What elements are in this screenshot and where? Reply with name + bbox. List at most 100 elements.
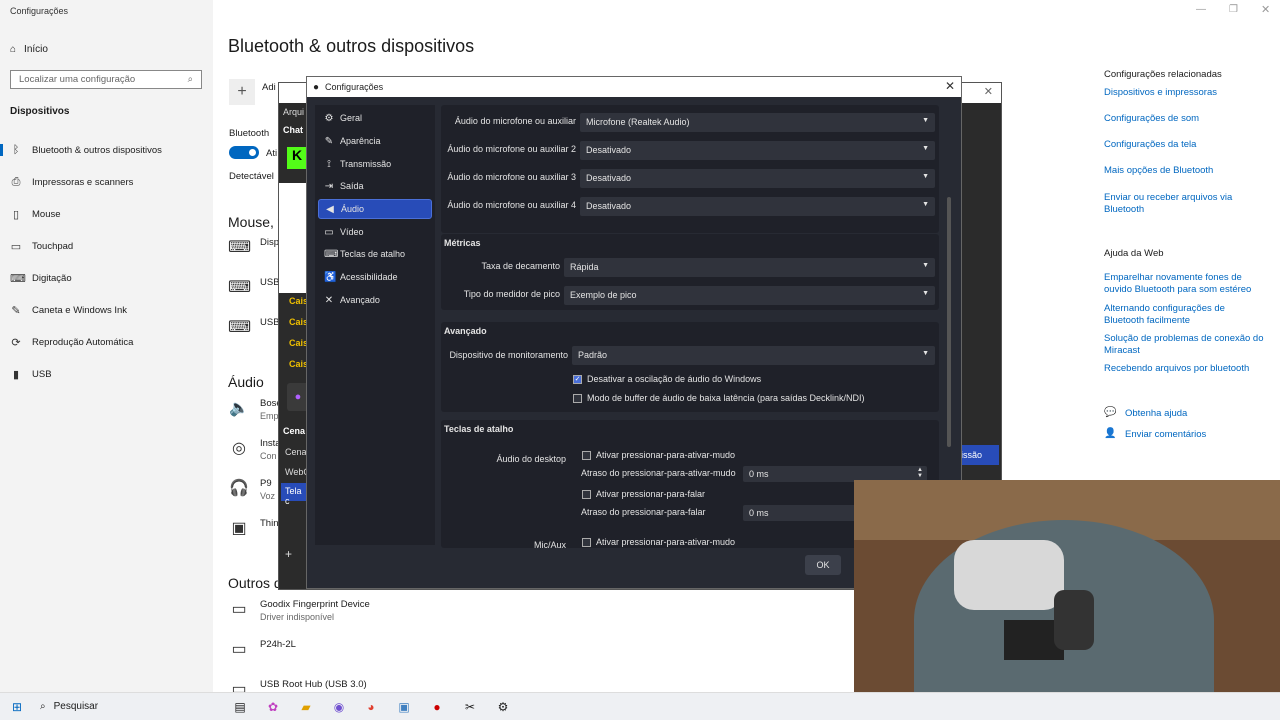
device-row[interactable]: ⌨ USB	[228, 277, 280, 297]
mic1-select[interactable]: Microfone (Realtek Audio) ▼	[580, 113, 935, 132]
related-link[interactable]: Configurações de som	[1104, 113, 1264, 125]
sidebar-item-autoplay[interactable]: ⟳ Reprodução Automática	[0, 331, 213, 353]
monitor-icon: ▭	[324, 226, 334, 238]
dialog-close-icon[interactable]: ✕	[945, 79, 955, 93]
audio-section-title: Áudio	[228, 374, 264, 390]
ptm-delay-label: Atraso do pressionar-para-ativar-mudo	[581, 468, 736, 478]
sidebar-item-label: Digitação	[32, 272, 72, 284]
micaux-ptm-checkbox[interactable]: Ativar pressionar-para-ativar-mudo	[582, 537, 735, 547]
messenger-icon[interactable]: ◉	[328, 697, 350, 717]
desktop-ptt-checkbox[interactable]: Ativar pressionar-para-falar	[582, 489, 705, 499]
sidebar-item-label: Caneta e Windows Ink	[32, 304, 128, 316]
scene-item-selected[interactable]: Tela c	[281, 483, 307, 506]
device-row[interactable]: 🎧 P9 Voz	[228, 478, 275, 503]
device-row[interactable]: ⌨ USB	[228, 317, 280, 337]
desktop-ptm-checkbox[interactable]: Ativar pressionar-para-ativar-mudo	[582, 450, 735, 460]
monitor-select[interactable]: Padrão ▼	[572, 346, 935, 365]
file-explorer-icon[interactable]: ▰	[295, 697, 317, 717]
settings-gear-icon[interactable]: ⚙	[492, 697, 514, 717]
nav-advanced[interactable]: ✕ Avançado	[318, 290, 432, 310]
chevron-down-icon: ▼	[922, 201, 929, 208]
low-latency-checkbox[interactable]: Modo de buffer de áudio de baixa latênci…	[573, 393, 865, 403]
sidebar-item-typing[interactable]: ⌨ Digitação	[0, 267, 213, 289]
restore-icon[interactable]: ❐	[1229, 4, 1238, 15]
add-scene-icon[interactable]: +	[285, 547, 292, 561]
web-help-link[interactable]: Recebendo arquivos por bluetooth	[1104, 363, 1274, 375]
webcam-overlay	[854, 480, 1280, 720]
settings-search-input[interactable]: Localizar uma configuração ⌕	[10, 70, 202, 89]
mic3-select[interactable]: Desativado ▼	[580, 169, 935, 188]
related-settings-title: Configurações relacionadas	[1104, 69, 1222, 80]
nav-stream[interactable]: ⟟ Transmissão	[318, 154, 432, 174]
ok-button[interactable]: OK	[805, 555, 841, 575]
device-row[interactable]: ▭ P24h-2L	[228, 639, 295, 659]
sidebar-item-pen[interactable]: ✎ Caneta e Windows Ink	[0, 299, 213, 321]
sidebar-item-mouse[interactable]: ▯ Mouse	[0, 203, 213, 225]
capcut-icon[interactable]: ✂	[459, 697, 481, 717]
nav-hotkeys[interactable]: ⌨ Teclas de atalho	[318, 244, 432, 264]
ptt-delay-label: Atraso do pressionar-para-falar	[581, 507, 706, 517]
nav-general[interactable]: ⚙ Geral	[318, 108, 432, 128]
related-link[interactable]: Mais opções de Bluetooth	[1104, 165, 1264, 177]
device-row[interactable]: ▣ Thin	[228, 518, 278, 538]
mic4-select[interactable]: Desativado ▼	[580, 197, 935, 216]
mic2-label: Áudio do microfone ou auxiliar 2	[447, 144, 576, 154]
windows-start-icon[interactable]: ⊞	[6, 697, 28, 717]
web-help-link[interactable]: Emparelhar novamente fones de ouvido Blu…	[1104, 272, 1264, 296]
chrome-icon[interactable]: ◕	[360, 697, 382, 717]
chevron-down-icon: ▼	[922, 262, 929, 269]
add-device-label[interactable]: Adi	[262, 82, 276, 93]
start-streaming-button[interactable]: issão	[957, 445, 999, 465]
add-device-icon[interactable]: +	[229, 79, 255, 105]
scene-item[interactable]: Cena	[285, 447, 307, 457]
obs-close-icon[interactable]: ✕	[984, 85, 993, 98]
home-label: Início	[24, 43, 48, 55]
get-help-link[interactable]: Obtenha ajuda	[1125, 408, 1187, 420]
nav-accessibility[interactable]: ♿ Acessibilidade	[318, 267, 432, 287]
feedback-link[interactable]: Enviar comentários	[1125, 429, 1206, 441]
nav-output[interactable]: ⇥ Saída	[318, 176, 432, 196]
sidebar-item-bluetooth[interactable]: ᛒ Bluetooth & outros dispositivos	[0, 139, 213, 161]
web-help-link[interactable]: Solução de problemas de conexão do Mirac…	[1104, 333, 1274, 357]
minimize-icon[interactable]: —	[1196, 4, 1206, 15]
nav-label: Áudio	[341, 204, 365, 214]
ptm-label: Ativar pressionar-para-ativar-mudo	[596, 450, 736, 460]
copilot-icon[interactable]: ✿	[262, 697, 284, 717]
device-row[interactable]: ⌨ Disp	[228, 237, 279, 257]
home-link[interactable]: ⌂ Início	[10, 41, 210, 57]
related-link[interactable]: Configurações da tela	[1104, 139, 1264, 151]
ducking-checkbox[interactable]: ✓ Desativar a oscilação de áudio do Windo…	[573, 374, 761, 384]
nav-appearance[interactable]: ✎ Aparência	[318, 131, 432, 151]
nav-audio[interactable]: ◀ Áudio	[318, 199, 432, 219]
sidebar-item-usb[interactable]: ▮ USB	[0, 363, 213, 385]
obs-menu[interactable]: Arqui	[283, 107, 304, 117]
sidebar-item-touchpad[interactable]: ▭ Touchpad	[0, 235, 213, 257]
device-row[interactable]: ▭ Goodix Fingerprint Device Driver indispo…	[228, 599, 370, 624]
decay-select[interactable]: Rápida ▼	[564, 258, 935, 277]
bluetooth-label: Bluetooth	[229, 128, 270, 139]
bluetooth-toggle[interactable]	[229, 146, 259, 159]
camera-icon[interactable]: ▣	[393, 697, 415, 717]
settings-scrollbar[interactable]	[947, 197, 951, 447]
taskbar-search[interactable]: ⌕ Pesquisar	[36, 693, 221, 720]
related-link[interactable]: Dispositivos e impressoras	[1104, 87, 1264, 99]
close-icon[interactable]: ✕	[1261, 3, 1270, 16]
peak-select[interactable]: Exemplo de pico ▼	[564, 286, 935, 305]
device-status: Con	[260, 451, 277, 461]
obs-icon[interactable]: ●	[426, 697, 448, 717]
nav-video[interactable]: ▭ Vídeo	[318, 222, 432, 242]
chevron-down-icon: ▼	[922, 173, 929, 180]
device-name: Goodix Fingerprint Device	[260, 599, 370, 610]
hotkeys-title: Teclas de atalho	[444, 424, 514, 434]
checkbox-icon	[573, 393, 582, 403]
device-row[interactable]: 🔈 Bose Emp	[228, 398, 282, 423]
sidebar-item-printers[interactable]: ⎙ Impressoras e scanners	[0, 171, 213, 193]
keyboard-icon: ⌨	[228, 239, 252, 256]
decay-value: Rápida	[570, 262, 599, 272]
task-view-icon[interactable]: ▤	[229, 697, 251, 717]
device-row[interactable]: ◎ Insta Con	[228, 438, 281, 463]
mic2-select[interactable]: Desativado ▼	[580, 141, 935, 160]
related-link[interactable]: Enviar ou receber arquivos via Bluetooth	[1104, 192, 1254, 216]
web-help-link[interactable]: Alternando configurações de Bluetooth fa…	[1104, 303, 1264, 327]
pen-icon: ✎	[11, 304, 21, 317]
